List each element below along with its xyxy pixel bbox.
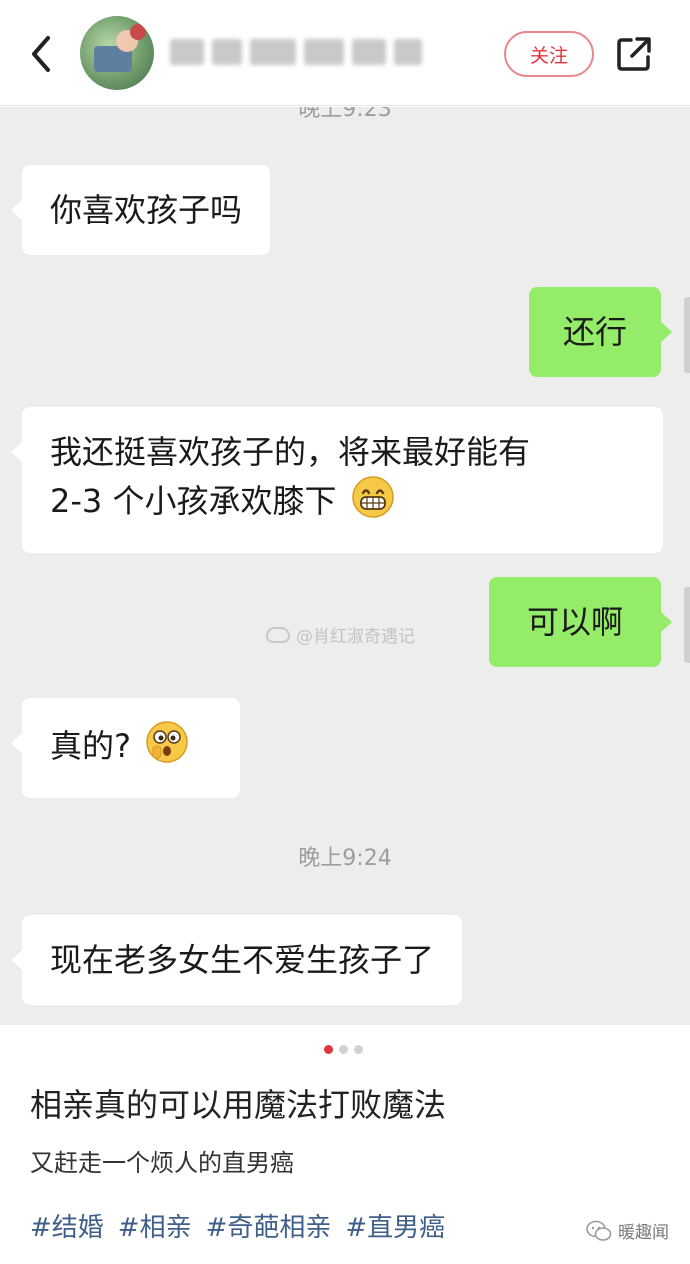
follow-button[interactable]: 关注 — [504, 31, 594, 77]
source-watermark: 暖趣闻 — [586, 1218, 669, 1243]
carousel-dot[interactable] — [339, 1045, 348, 1054]
tag-list: #结婚 #相亲 #奇葩相亲 #直男癌 — [30, 1207, 445, 1244]
message-bubble-received: 现在老多女生不爱生孩子了 — [10, 915, 463, 1005]
post-description: 又赶走一个烦人的直男癌 — [30, 1149, 294, 1177]
watermark: @肖红淑奇遇记 — [266, 622, 415, 647]
avatar-edge — [684, 587, 690, 663]
message-text: 还行 — [562, 313, 627, 351]
carousel-dot-active[interactable] — [324, 1045, 333, 1054]
avatar-edge — [684, 297, 690, 373]
username-blurred — [170, 36, 422, 68]
message-bubble-received: 真的? — [11, 698, 240, 798]
message-bubble-received: 我还挺喜欢孩子的，将来最好能有 2-3 个小孩承欢膝下 — [11, 407, 663, 553]
grin-emoji-icon — [351, 475, 395, 531]
carousel-dot[interactable] — [354, 1045, 363, 1054]
chat-screenshot[interactable]: 晚上9:23 你喜欢孩子吗 还行 我还挺喜欢孩子的，将来最好能有 2-3 个小孩… — [0, 107, 690, 1025]
tag-link[interactable]: #结婚 — [30, 1207, 104, 1244]
top-bar: 关注 — [0, 0, 690, 106]
message-text: 可以啊 — [526, 603, 623, 641]
back-icon[interactable] — [24, 30, 60, 78]
message-text: 真的? — [50, 727, 131, 765]
share-icon[interactable] — [614, 34, 654, 74]
avatar[interactable] — [80, 16, 154, 90]
timestamp: 晚上9:23 — [298, 107, 392, 122]
wechat-icon — [586, 1220, 612, 1241]
message-text: 现在老多女生不爱生孩子了 — [50, 941, 435, 979]
timestamp: 晚上9:24 — [298, 846, 392, 871]
tag-link[interactable]: #相亲 — [118, 1207, 192, 1244]
tag-link[interactable]: #直男癌 — [345, 1207, 445, 1244]
weibo-icon — [266, 626, 290, 643]
tag-link[interactable]: #奇葩相亲 — [206, 1207, 332, 1244]
message-text-line: 2-3 个小孩承欢膝下 — [50, 482, 337, 520]
post-title: 相亲真的可以用魔法打败魔法 — [30, 1086, 447, 1124]
post-info: 相亲真的可以用魔法打败魔法 又赶走一个烦人的直男癌 #结婚 #相亲 #奇葩相亲 … — [0, 1025, 690, 1264]
message-bubble-sent: 还行 — [529, 287, 672, 377]
message-bubble-sent: 可以啊 — [489, 577, 672, 667]
message-bubble-received: 你喜欢孩子吗 — [10, 165, 271, 255]
carousel-indicator[interactable] — [324, 1045, 363, 1054]
message-text-line: 我还挺喜欢孩子的，将来最好能有 — [50, 433, 531, 471]
surprised-emoji-icon — [145, 720, 189, 776]
message-text: 你喜欢孩子吗 — [50, 191, 243, 229]
